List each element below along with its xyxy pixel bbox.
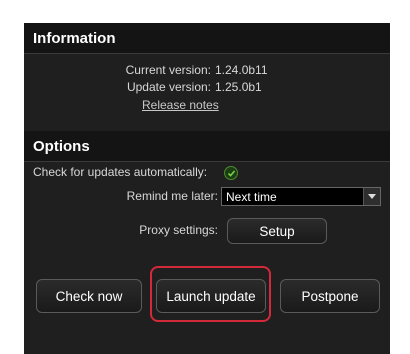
release-notes-link[interactable]: Release notes <box>142 98 219 112</box>
postpone-button[interactable]: Postpone <box>280 279 380 313</box>
update-version-label: Update version: <box>126 80 211 94</box>
options-header: Options <box>24 131 390 162</box>
auto-check-checkbox[interactable] <box>224 166 238 180</box>
proxy-setup-button[interactable]: Setup <box>227 218 327 244</box>
information-heading: Information <box>33 30 116 47</box>
current-version-label: Current version: <box>125 63 211 77</box>
options-heading: Options <box>33 138 90 155</box>
launch-update-button[interactable]: Launch update <box>156 279 266 313</box>
proxy-label: Proxy settings: <box>139 223 218 237</box>
check-now-button[interactable]: Check now <box>36 279 142 313</box>
remind-label: Remind me later: <box>126 189 218 203</box>
auto-check-label: Check for updates automatically: <box>33 165 208 179</box>
information-header: Information <box>24 23 390 54</box>
chevron-down-icon[interactable] <box>363 188 380 205</box>
checkmark-icon <box>227 169 235 177</box>
update-panel: Information Current version: 1.24.0b11 U… <box>24 23 390 354</box>
remind-select-value: Next time <box>226 190 277 204</box>
current-version-value: 1.24.0b11 <box>215 63 268 77</box>
update-version-value: 1.25.0b1 <box>215 80 262 94</box>
remind-select[interactable]: Next time <box>221 187 381 206</box>
